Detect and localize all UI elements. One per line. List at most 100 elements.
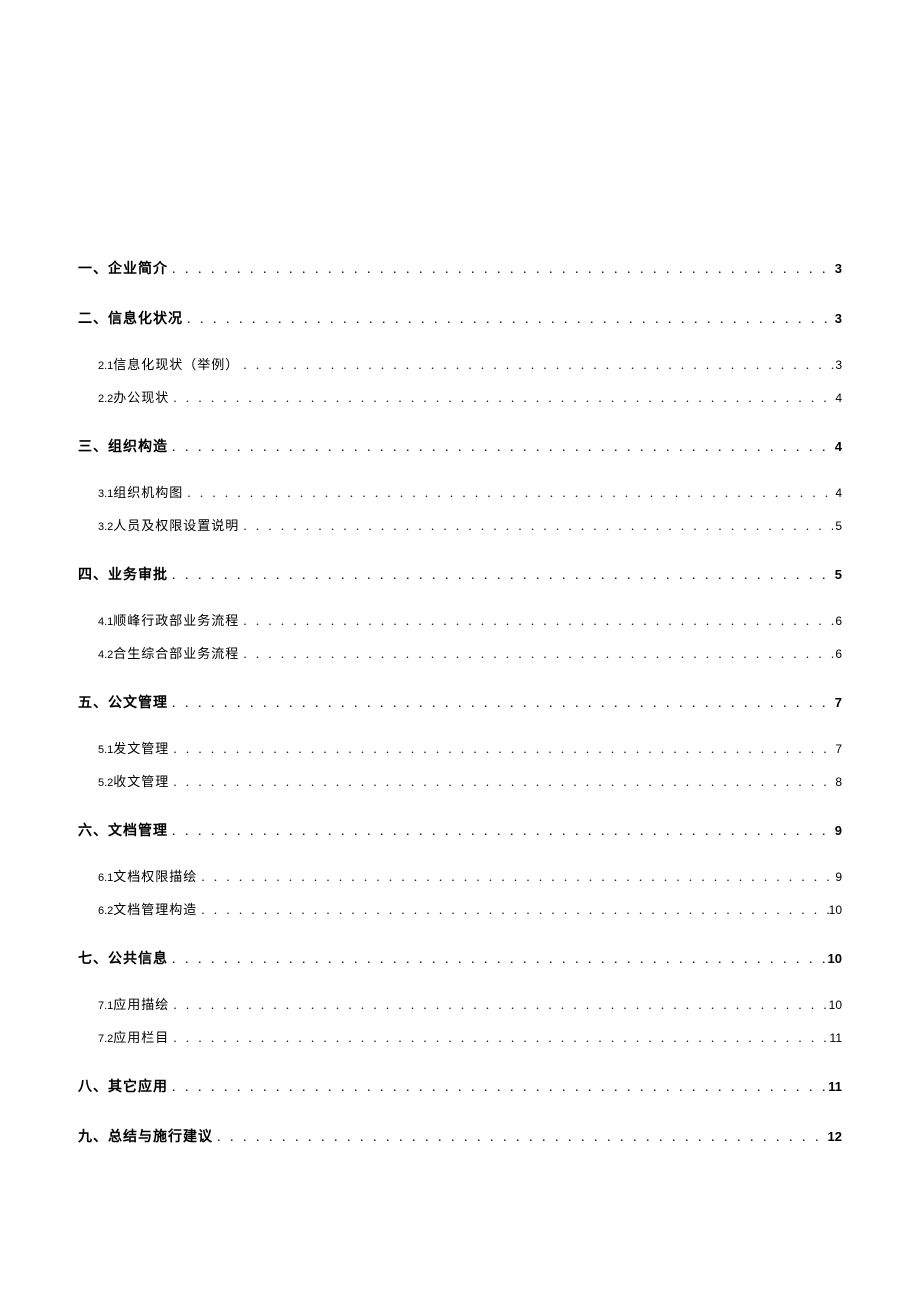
- toc-index: 7.2: [98, 1033, 113, 1045]
- toc-page: 3: [835, 261, 842, 276]
- toc-subgroup: 6.1 文档权限描绘 . . . . . . . . . . . . . . .…: [78, 866, 842, 918]
- toc-page: 4: [835, 486, 842, 500]
- toc-label: 办公现状: [113, 387, 169, 406]
- toc-page: 11: [828, 1079, 842, 1094]
- toc-leader: . . . . . . . . . . . . . . . . . . . . …: [169, 1030, 829, 1046]
- toc-label: 四、业务审批: [78, 564, 168, 584]
- toc-leader: . . . . . . . . . . . . . . . . . . . . …: [183, 312, 835, 328]
- toc-label: 二、信息化状况: [78, 308, 183, 328]
- toc-index: 6.2: [98, 905, 113, 917]
- toc-label: 应用栏目: [113, 1027, 169, 1046]
- toc-leader: . . . . . . . . . . . . . . . . . . . . …: [168, 696, 835, 712]
- toc-page: 8: [835, 775, 842, 789]
- toc-page: 11: [830, 1031, 842, 1045]
- toc-leader: . . . . . . . . . . . . . . . . . . . . …: [183, 485, 835, 501]
- toc-subgroup: 7.1 应用描绘 . . . . . . . . . . . . . . . .…: [78, 994, 842, 1046]
- toc-subgroup: 4.1 顺峰行政部业务流程 . . . . . . . . . . . . . …: [78, 610, 842, 662]
- toc-leader: . . . . . . . . . . . . . . . . . . . . …: [169, 741, 835, 757]
- toc-entry[interactable]: 六、文档管理 . . . . . . . . . . . . . . . . .…: [78, 820, 842, 840]
- toc-index: 2.1: [98, 360, 113, 372]
- toc-index: 4.1: [98, 616, 113, 628]
- toc-label: 九、总结与施行建议: [78, 1126, 213, 1146]
- toc-leader: . . . . . . . . . . . . . . . . . . . . …: [168, 952, 828, 968]
- toc-page: 10: [828, 951, 842, 966]
- toc-index: 4.2: [98, 649, 113, 661]
- toc-page: 6: [835, 647, 842, 661]
- toc-index: 2.2: [98, 393, 113, 405]
- toc-entry[interactable]: 2.1 信息化现状（举例） . . . . . . . . . . . . . …: [98, 354, 842, 373]
- toc-leader: . . . . . . . . . . . . . . . . . . . . …: [197, 869, 835, 885]
- toc-label: 五、公文管理: [78, 692, 168, 712]
- toc-entry[interactable]: 四、业务审批 . . . . . . . . . . . . . . . . .…: [78, 564, 842, 584]
- toc-label: 应用描绘: [113, 994, 169, 1013]
- toc-page: 9: [835, 823, 842, 838]
- toc-entry[interactable]: 一、企业简介 . . . . . . . . . . . . . . . . .…: [78, 258, 842, 278]
- toc-label: 一、企业简介: [78, 258, 168, 278]
- toc-entry[interactable]: 七、公共信息 . . . . . . . . . . . . . . . . .…: [78, 948, 842, 968]
- toc-index: 7.1: [98, 1000, 113, 1012]
- toc-entry[interactable]: 7.1 应用描绘 . . . . . . . . . . . . . . . .…: [98, 994, 842, 1013]
- toc-entry[interactable]: 三、组织构造 . . . . . . . . . . . . . . . . .…: [78, 436, 842, 456]
- toc-label: 文档管理构造: [113, 899, 197, 918]
- toc-subgroup: 2.1 信息化现状（举例） . . . . . . . . . . . . . …: [78, 354, 842, 406]
- toc-page: 4: [835, 391, 842, 405]
- toc-page: 7: [835, 742, 842, 756]
- toc-label: 合生综合部业务流程: [113, 643, 239, 662]
- toc-entry[interactable]: 7.2 应用栏目 . . . . . . . . . . . . . . . .…: [98, 1027, 842, 1046]
- toc-entry[interactable]: 6.1 文档权限描绘 . . . . . . . . . . . . . . .…: [98, 866, 842, 885]
- toc-entry[interactable]: 二、信息化状况 . . . . . . . . . . . . . . . . …: [78, 308, 842, 328]
- toc-leader: . . . . . . . . . . . . . . . . . . . . …: [168, 568, 835, 584]
- toc-entry[interactable]: 3.1 组织机构图 . . . . . . . . . . . . . . . …: [98, 482, 842, 501]
- toc-page: 9: [835, 870, 842, 884]
- toc-entry[interactable]: 九、总结与施行建议 . . . . . . . . . . . . . . . …: [78, 1126, 842, 1146]
- toc-entry[interactable]: 3.2 人员及权限设置说明 . . . . . . . . . . . . . …: [98, 515, 842, 534]
- toc-leader: . . . . . . . . . . . . . . . . . . . . …: [168, 262, 835, 278]
- toc-subgroup: 5.1 发文管理 . . . . . . . . . . . . . . . .…: [78, 738, 842, 790]
- toc-index: 3.2: [98, 521, 113, 533]
- toc-entry[interactable]: 5.1 发文管理 . . . . . . . . . . . . . . . .…: [98, 738, 842, 757]
- toc-entry[interactable]: 八、其它应用 . . . . . . . . . . . . . . . . .…: [78, 1076, 842, 1096]
- toc-page: 12: [828, 1129, 842, 1144]
- toc-entry[interactable]: 6.2 文档管理构造 . . . . . . . . . . . . . . .…: [98, 899, 842, 918]
- toc-page: 5: [835, 519, 842, 533]
- toc-label: 收文管理: [113, 771, 169, 790]
- toc-label: 人员及权限设置说明: [113, 515, 239, 534]
- toc-page: 4: [835, 439, 842, 454]
- toc-leader: . . . . . . . . . . . . . . . . . . . . …: [168, 824, 835, 840]
- toc-index: 3.1: [98, 488, 113, 500]
- toc-leader: . . . . . . . . . . . . . . . . . . . . …: [197, 902, 828, 918]
- toc-leader: . . . . . . . . . . . . . . . . . . . . …: [239, 646, 835, 662]
- toc-leader: . . . . . . . . . . . . . . . . . . . . …: [168, 1080, 828, 1096]
- toc-page: 10: [829, 998, 842, 1012]
- toc-entry[interactable]: 4.2 合生综合部业务流程 . . . . . . . . . . . . . …: [98, 643, 842, 662]
- toc-container: 一、企业简介 . . . . . . . . . . . . . . . . .…: [78, 258, 842, 1150]
- toc-label: 三、组织构造: [78, 436, 168, 456]
- toc-page: 5: [835, 567, 842, 582]
- toc-label: 八、其它应用: [78, 1076, 168, 1096]
- toc-leader: . . . . . . . . . . . . . . . . . . . . …: [169, 997, 828, 1013]
- toc-label: 六、文档管理: [78, 820, 168, 840]
- toc-index: 5.1: [98, 744, 113, 756]
- toc-label: 文档权限描绘: [113, 866, 197, 885]
- toc-page: 3: [835, 311, 842, 326]
- toc-entry[interactable]: 5.2 收文管理 . . . . . . . . . . . . . . . .…: [98, 771, 842, 790]
- toc-index: 6.1: [98, 872, 113, 884]
- toc-page: 6: [835, 614, 842, 628]
- toc-leader: . . . . . . . . . . . . . . . . . . . . …: [239, 518, 835, 534]
- toc-leader: . . . . . . . . . . . . . . . . . . . . …: [213, 1130, 828, 1146]
- toc-entry[interactable]: 2.2 办公现状 . . . . . . . . . . . . . . . .…: [98, 387, 842, 406]
- toc-label: 七、公共信息: [78, 948, 168, 968]
- toc-page: 3: [835, 358, 842, 372]
- toc-label: 组织机构图: [113, 482, 183, 501]
- toc-leader: . . . . . . . . . . . . . . . . . . . . …: [168, 440, 835, 456]
- toc-leader: . . . . . . . . . . . . . . . . . . . . …: [239, 357, 835, 373]
- toc-entry[interactable]: 4.1 顺峰行政部业务流程 . . . . . . . . . . . . . …: [98, 610, 842, 629]
- toc-page: 7: [835, 695, 842, 710]
- toc-entry[interactable]: 五、公文管理 . . . . . . . . . . . . . . . . .…: [78, 692, 842, 712]
- toc-label: 顺峰行政部业务流程: [113, 610, 239, 629]
- toc-label: 发文管理: [113, 738, 169, 757]
- toc-leader: . . . . . . . . . . . . . . . . . . . . …: [239, 613, 835, 629]
- toc-index: 5.2: [98, 777, 113, 789]
- toc-subgroup: 3.1 组织机构图 . . . . . . . . . . . . . . . …: [78, 482, 842, 534]
- toc-label: 信息化现状（举例）: [113, 354, 239, 373]
